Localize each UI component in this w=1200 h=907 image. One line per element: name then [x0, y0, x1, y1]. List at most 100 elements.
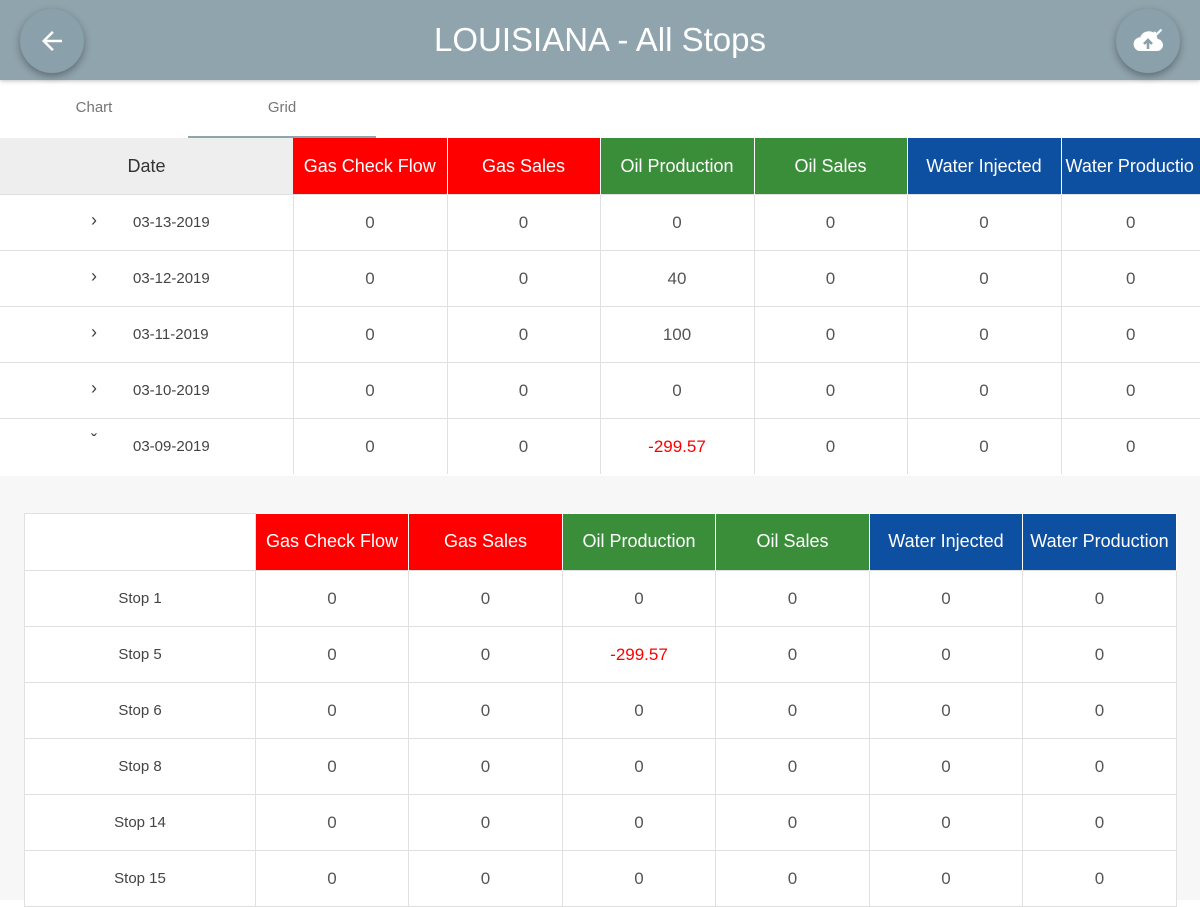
- table-cell: 0: [906, 250, 1061, 307]
- table-cell: 0: [1060, 362, 1200, 419]
- column-header-gas-sales[interactable]: Gas Sales: [447, 138, 601, 195]
- table-cell: 0: [446, 362, 600, 419]
- table-cell: 0: [408, 570, 563, 627]
- table-cell: 0: [869, 738, 1023, 795]
- row-date: 03-10-2019: [133, 382, 210, 399]
- column-header-gas-sales[interactable]: Gas Sales: [408, 513, 563, 571]
- table-row[interactable]: › 03-12-2019 0 0 40 0 0 0: [0, 250, 1200, 307]
- table-cell: 0: [906, 362, 1061, 419]
- column-header-gas-check-flow[interactable]: Gas Check Flow: [293, 138, 448, 195]
- stop-name: Stop 5: [24, 626, 256, 683]
- table-row: Stop 1 0 0 0 0 0 0: [24, 570, 1177, 627]
- table-cell: 0: [292, 306, 447, 363]
- table-row[interactable]: › 03-13-2019 0 0 0 0 0 0: [0, 194, 1200, 251]
- view-tabs: Chart Grid: [0, 80, 1200, 138]
- table-cell: 0: [255, 570, 409, 627]
- table-cell: 0: [753, 194, 907, 251]
- column-header-water-injected[interactable]: Water Injected: [907, 138, 1062, 195]
- row-date: 03-12-2019: [133, 270, 210, 287]
- table-cell: 0: [408, 626, 563, 683]
- chevron-right-icon[interactable]: ›: [86, 364, 102, 419]
- table-cell: 0: [255, 682, 409, 739]
- table-cell: 0: [408, 794, 563, 851]
- table-cell: 0: [1022, 794, 1177, 851]
- table-cell: 0: [715, 794, 870, 851]
- chevron-down-icon[interactable]: ˇ: [86, 419, 102, 474]
- column-header-water-production[interactable]: Water Production: [1022, 513, 1177, 571]
- table-row: Stop 15 0 0 0 0 0 0: [24, 850, 1177, 907]
- table-cell: 0: [906, 306, 1061, 363]
- detail-header-row: Gas Check Flow Gas Sales Oil Production …: [24, 513, 1177, 571]
- table-cell: 0: [255, 794, 409, 851]
- table-cell: 0: [292, 418, 447, 474]
- stops-grid: Gas Check Flow Gas Sales Oil Production …: [24, 513, 1177, 907]
- table-cell: -299.57: [599, 418, 754, 474]
- table-cell: 0: [562, 850, 716, 907]
- date-grid: Date Gas Check Flow Gas Sales Oil Produc…: [0, 138, 1200, 474]
- stop-name: Stop 1: [24, 570, 256, 627]
- table-cell: 0: [408, 682, 563, 739]
- table-cell: 0: [562, 682, 716, 739]
- column-header-water-production[interactable]: Water Productio: [1061, 138, 1200, 195]
- tab-chart[interactable]: Chart: [0, 80, 188, 136]
- table-cell: 0: [869, 794, 1023, 851]
- column-header-water-injected[interactable]: Water Injected: [869, 513, 1023, 571]
- sync-button[interactable]: [1116, 9, 1180, 73]
- column-header-date[interactable]: Date: [0, 138, 293, 195]
- stop-name: Stop 15: [24, 850, 256, 907]
- table-cell: 0: [562, 738, 716, 795]
- table-row: Stop 14 0 0 0 0 0 0: [24, 794, 1177, 851]
- table-cell: 0: [292, 194, 447, 251]
- table-cell: 0: [255, 850, 409, 907]
- table-cell: 0: [906, 418, 1061, 474]
- cloud-upload-check-icon: [1133, 28, 1164, 51]
- table-cell: 0: [446, 418, 600, 474]
- table-cell: -299.57: [562, 626, 716, 683]
- table-cell: 100: [599, 306, 754, 363]
- table-cell: 0: [1022, 850, 1177, 907]
- column-header-gas-check-flow[interactable]: Gas Check Flow: [255, 513, 409, 571]
- table-cell: 0: [1060, 250, 1200, 307]
- table-cell: 0: [255, 738, 409, 795]
- column-header-oil-sales[interactable]: Oil Sales: [715, 513, 870, 571]
- table-cell: 40: [599, 250, 754, 307]
- table-row[interactable]: › 03-10-2019 0 0 0 0 0 0: [0, 362, 1200, 419]
- date-cell: › 03-11-2019: [0, 306, 293, 363]
- row-date: 03-09-2019: [133, 438, 210, 455]
- tab-grid[interactable]: Grid: [188, 80, 376, 138]
- table-row[interactable]: › 03-11-2019 0 0 100 0 0 0: [0, 306, 1200, 363]
- expanded-row-detail: Gas Check Flow Gas Sales Oil Production …: [0, 476, 1200, 907]
- column-header-oil-production[interactable]: Oil Production: [562, 513, 716, 571]
- table-cell: 0: [408, 738, 563, 795]
- stop-name: Stop 14: [24, 794, 256, 851]
- date-cell: › 03-12-2019: [0, 250, 293, 307]
- table-cell: 0: [1060, 306, 1200, 363]
- table-row[interactable]: ˇ 03-09-2019 0 0 -299.57 0 0 0: [0, 418, 1200, 474]
- chevron-right-icon[interactable]: ›: [86, 252, 102, 307]
- table-cell: 0: [446, 194, 600, 251]
- grid-header-row: Date Gas Check Flow Gas Sales Oil Produc…: [0, 138, 1200, 195]
- chevron-right-icon[interactable]: ›: [86, 308, 102, 363]
- table-cell: 0: [562, 570, 716, 627]
- table-cell: 0: [1060, 418, 1200, 474]
- table-cell: 0: [753, 250, 907, 307]
- row-date: 03-11-2019: [133, 326, 209, 343]
- table-cell: 0: [869, 682, 1023, 739]
- table-cell: 0: [599, 362, 754, 419]
- table-cell: 0: [446, 250, 600, 307]
- table-cell: 0: [753, 306, 907, 363]
- table-cell: 0: [715, 682, 870, 739]
- table-cell: 0: [715, 626, 870, 683]
- table-cell: 0: [1022, 570, 1177, 627]
- column-header-oil-sales[interactable]: Oil Sales: [754, 138, 908, 195]
- table-cell: 0: [446, 306, 600, 363]
- table-cell: 0: [1060, 194, 1200, 251]
- table-cell: 0: [1022, 738, 1177, 795]
- table-cell: 0: [715, 738, 870, 795]
- stop-name: Stop 6: [24, 682, 256, 739]
- column-header-oil-production[interactable]: Oil Production: [600, 138, 755, 195]
- table-row: Stop 6 0 0 0 0 0 0: [24, 682, 1177, 739]
- table-cell: 0: [1022, 682, 1177, 739]
- table-cell: 0: [408, 850, 563, 907]
- chevron-right-icon[interactable]: ›: [86, 196, 102, 251]
